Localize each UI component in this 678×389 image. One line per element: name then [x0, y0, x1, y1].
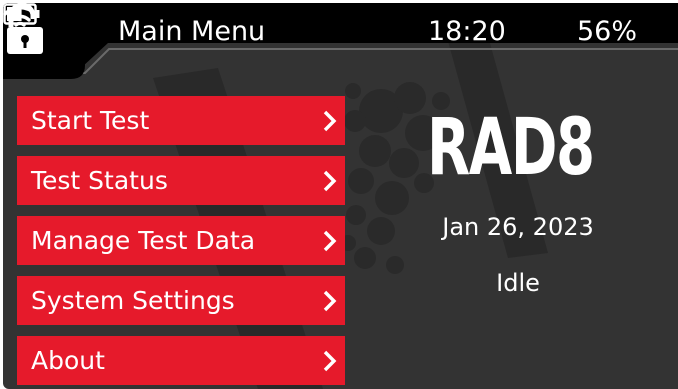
chevron-right-icon: [323, 230, 337, 252]
status-bar: Main Menu 18:20 56%: [3, 3, 678, 89]
menu-item-label: System Settings: [31, 286, 235, 315]
chevron-right-icon: [323, 290, 337, 312]
battery-level-fill: [7, 7, 22, 21]
device-logo: RAD8: [427, 103, 595, 193]
menu-item-label: Test Status: [31, 166, 168, 195]
battery-percentage: 56%: [577, 16, 638, 47]
chevron-right-icon: [323, 170, 337, 192]
manage-test-data-button[interactable]: Manage Test Data: [17, 216, 345, 265]
page-title: Main Menu: [118, 16, 266, 47]
main-menu: Start Test Test Status Manage Test Data …: [17, 96, 345, 389]
battery-icon: [3, 3, 40, 25]
current-date: Jan 26, 2023: [442, 213, 594, 241]
menu-item-label: Start Test: [31, 106, 150, 135]
test-status-button[interactable]: Test Status: [17, 156, 345, 205]
menu-item-label: About: [31, 346, 105, 375]
device-screen: Main Menu 18:20 56% Start Test Test Stat…: [3, 3, 678, 389]
chevron-right-icon: [323, 350, 337, 372]
clock-time: 18:20: [428, 16, 506, 47]
about-button[interactable]: About: [17, 336, 345, 385]
device-status: Idle: [496, 269, 540, 297]
system-settings-button[interactable]: System Settings: [17, 276, 345, 325]
chevron-right-icon: [323, 110, 337, 132]
menu-item-label: Manage Test Data: [31, 226, 256, 255]
start-test-button[interactable]: Start Test: [17, 96, 345, 145]
